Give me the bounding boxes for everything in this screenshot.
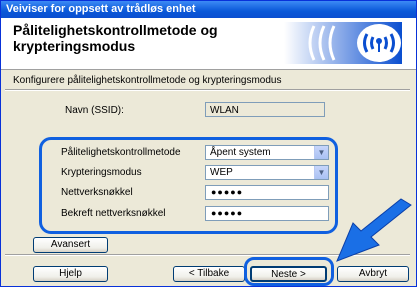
confirm-key-label: Bekreft nettverksnøkkel [61,208,166,219]
page-title-line1: Pålitelighetskontrollmetode og [13,22,218,38]
encryption-mode-value: WEP [210,167,233,178]
network-key-label: Nettverksnøkkel [61,187,133,198]
title-bar: Veiviser for oppsett av trådløs enhet [1,1,416,18]
encryption-mode-label: Krypteringsmodus [61,167,142,178]
page-subtitle: Konfigurere pålitelighetskontrollmetode … [13,75,282,86]
network-key-input[interactable]: ●●●●● [205,185,329,200]
confirm-key-input[interactable]: ●●●●● [205,206,329,221]
wizard-header: Pålitelighetskontrollmetode og krypterin… [1,18,416,70]
divider [5,89,410,91]
wizard-window: Veiviser for oppsett av trådløs enhet På… [0,0,417,287]
page-title: Pålitelighetskontrollmetode og krypterin… [13,22,263,54]
help-button[interactable]: Hjelp [33,266,108,282]
auth-method-label: Pålitelighetskontrollmetode [61,147,181,158]
auth-method-select[interactable]: Åpent system ▼ [205,145,329,160]
cancel-button[interactable]: Avbryt [337,266,409,282]
pointer-arrow-icon [336,198,412,262]
auth-method-value: Åpent system [210,147,271,158]
wireless-logo-icon [284,22,402,64]
next-button-highlight [244,257,334,286]
advanced-button[interactable]: Avansert [33,237,108,253]
page-title-line2: krypteringsmodus [13,38,136,54]
auth-method-label-text: Pålitelighetskontrollmetode [61,147,181,158]
chevron-down-icon[interactable]: ▼ [314,146,328,159]
ssid-label: Navn (SSID): [65,105,124,116]
encryption-mode-label-text: Krypteringsmodus [61,167,142,178]
back-button[interactable]: < Tilbake [173,266,245,282]
ssid-field: WLAN [205,102,325,117]
encryption-mode-select[interactable]: WEP ▼ [205,165,329,180]
chevron-down-icon[interactable]: ▼ [314,166,328,179]
